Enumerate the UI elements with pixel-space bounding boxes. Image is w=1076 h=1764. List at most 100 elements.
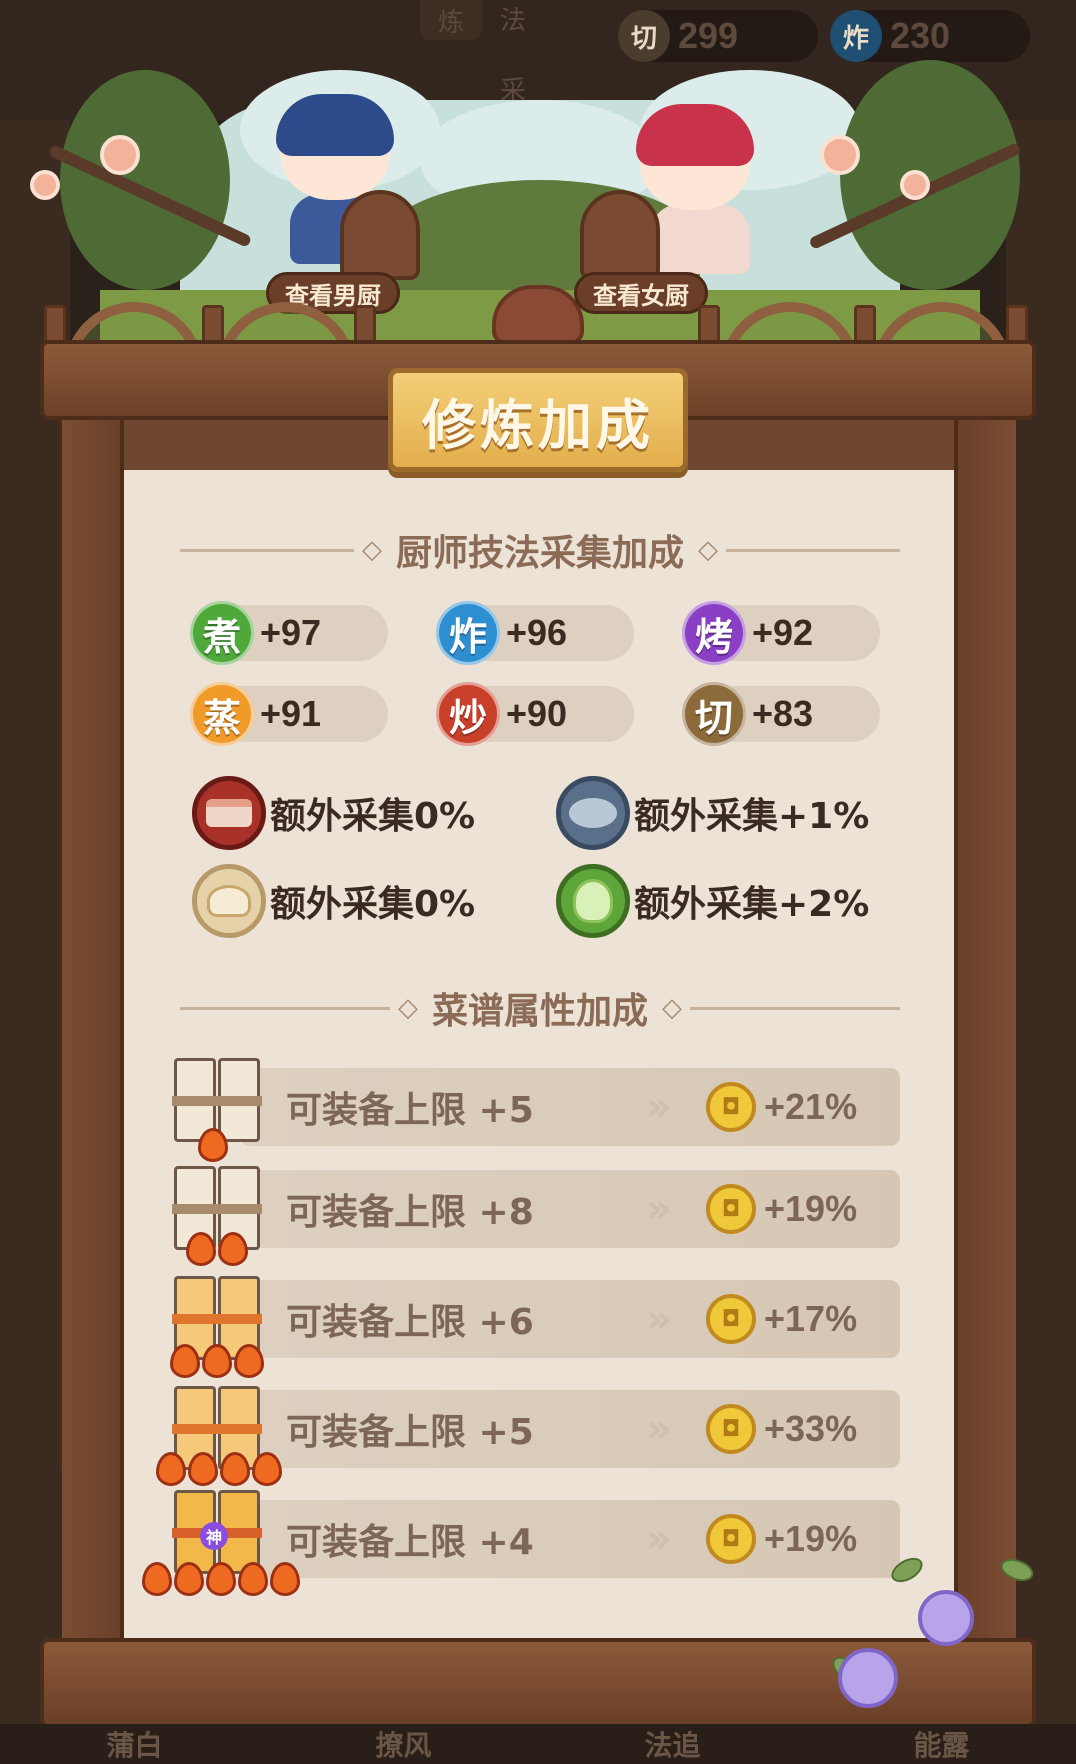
chevron-right-icon: » <box>646 1296 672 1342</box>
flame-icon <box>270 1562 300 1596</box>
flower-decoration-icon <box>918 1590 974 1646</box>
bottom-nav: 蒲白 撩风 法追 能露 <box>0 1724 1076 1764</box>
extra-gather-flour: 额外采集0% <box>192 864 475 938</box>
bottom-tab[interactable]: 撩风 <box>375 1724 431 1764</box>
extra-gather-text: 额外采集+2% <box>634 884 870 925</box>
bottom-tab[interactable]: 法追 <box>644 1724 700 1764</box>
flame-rating <box>198 1128 230 1162</box>
recipe-row-value: +33% <box>764 1408 858 1449</box>
flower-decoration-icon <box>838 1648 898 1708</box>
extra-gather-fish: 额外采集+1% <box>556 776 869 850</box>
stirfry-icon: 炒 <box>436 682 500 746</box>
book-tie <box>172 1314 262 1324</box>
coin-icon: ◘ <box>706 1184 756 1234</box>
divine-badge: 神 <box>200 1522 228 1550</box>
recipe-row: 可装备上限 +6 » ◘ +17% <box>240 1280 900 1358</box>
coin-icon: ◘ <box>706 1082 756 1132</box>
technique-value: +90 <box>506 693 568 734</box>
flame-rating <box>142 1562 302 1596</box>
recipe-row: 可装备上限 +4 » ◘ +19% <box>240 1500 900 1578</box>
extra-gather-meat: 额外采集0% <box>192 776 475 850</box>
recipe-row-value: +17% <box>764 1298 858 1339</box>
flame-rating <box>170 1344 266 1378</box>
flame-icon <box>174 1562 204 1596</box>
tree-left <box>60 70 230 290</box>
steam-icon: 蒸 <box>190 682 254 746</box>
view-female-chef-button[interactable]: 查看女厨 <box>574 272 708 314</box>
technique-steam: 蒸 +91 <box>190 682 388 746</box>
chevron-right-icon: » <box>646 1084 672 1130</box>
flame-icon <box>202 1344 232 1378</box>
flame-rating <box>186 1232 250 1266</box>
technique-cut: 切 +83 <box>682 682 880 746</box>
meat-icon <box>192 776 266 850</box>
flame-icon <box>234 1344 264 1378</box>
recipe-row-label: 可装备上限 +8 <box>286 1192 534 1233</box>
diamond-ornament-icon: ◇ <box>662 993 683 1023</box>
tree-right <box>840 60 1020 290</box>
board-side-left <box>62 420 124 1650</box>
flame-icon <box>170 1344 200 1378</box>
technique-value: +96 <box>506 612 568 653</box>
flame-icon <box>188 1452 218 1486</box>
bottom-tab[interactable]: 蒲白 <box>106 1724 162 1764</box>
divider <box>180 1006 390 1010</box>
blossom-icon <box>30 170 60 200</box>
divider <box>690 1006 901 1010</box>
flame-icon <box>252 1452 282 1486</box>
flame-rating <box>156 1452 284 1486</box>
bottom-tab[interactable]: 能露 <box>913 1724 969 1764</box>
blossom-icon <box>900 170 930 200</box>
flame-icon <box>142 1562 172 1596</box>
extra-gather-cabbage: 额外采集+2% <box>556 864 869 938</box>
flame-icon <box>206 1562 236 1596</box>
chevron-right-icon: » <box>646 1186 672 1232</box>
technique-boil: 煮 +97 <box>190 601 388 665</box>
roast-icon: 烤 <box>682 601 746 665</box>
flame-icon <box>218 1232 248 1266</box>
recipe-row-label: 可装备上限 +4 <box>286 1522 534 1563</box>
hobby-horse <box>340 190 420 280</box>
chevron-right-icon: » <box>646 1406 672 1452</box>
flame-icon <box>186 1232 216 1266</box>
cabbage-icon <box>556 864 630 938</box>
cut-icon: 切 <box>682 682 746 746</box>
section-skills-title: 厨师技法采集加成 <box>396 533 685 574</box>
technique-value: +91 <box>260 693 322 734</box>
male-chef-head <box>276 94 394 200</box>
boil-icon: 煮 <box>190 601 254 665</box>
technique-value: +92 <box>752 612 814 653</box>
recipe-row-label: 可装备上限 +6 <box>286 1302 534 1343</box>
book-tie <box>172 1204 262 1214</box>
recipe-row-label: 可装备上限 +5 <box>286 1090 534 1131</box>
section-skills-header: ◇ 厨师技法采集加成 ◇ <box>180 530 901 574</box>
technique-roast: 烤 +92 <box>682 601 880 665</box>
diamond-ornament-icon: ◇ <box>398 993 418 1023</box>
recipe-row-value: +21% <box>764 1086 858 1127</box>
flame-icon <box>198 1128 228 1162</box>
flame-icon <box>238 1562 268 1596</box>
hud-tab-b[interactable]: 法 <box>500 0 526 37</box>
flour-icon <box>192 864 266 938</box>
flame-icon <box>156 1452 186 1486</box>
female-chef-robe <box>650 204 750 274</box>
book-tie <box>172 1096 262 1106</box>
technique-stirfry: 炒 +90 <box>436 682 634 746</box>
section-recipes-header: ◇ 菜谱属性加成 ◇ <box>180 988 901 1032</box>
hobby-horse <box>580 190 660 280</box>
hud-tab-a[interactable]: 炼 <box>420 0 482 40</box>
fry-icon: 炸 <box>436 601 500 665</box>
female-chef-hair <box>636 104 754 166</box>
fish-icon <box>556 776 630 850</box>
chevron-right-icon: » <box>646 1516 672 1562</box>
divider <box>726 548 901 552</box>
blossom-icon <box>100 135 140 175</box>
coin-icon: ◘ <box>706 1294 756 1344</box>
diamond-ornament-icon: ◇ <box>362 535 382 565</box>
book-tie <box>172 1424 262 1434</box>
technique-fry: 炸 +96 <box>436 601 634 665</box>
recipe-row: 可装备上限 +5 » ◘ +21% <box>240 1068 900 1146</box>
chef-scene: 查看男厨 查看女厨 <box>30 40 1036 400</box>
board-side-right <box>954 420 1016 1650</box>
recipe-row: 可装备上限 +5 » ◘ +33% <box>240 1390 900 1468</box>
